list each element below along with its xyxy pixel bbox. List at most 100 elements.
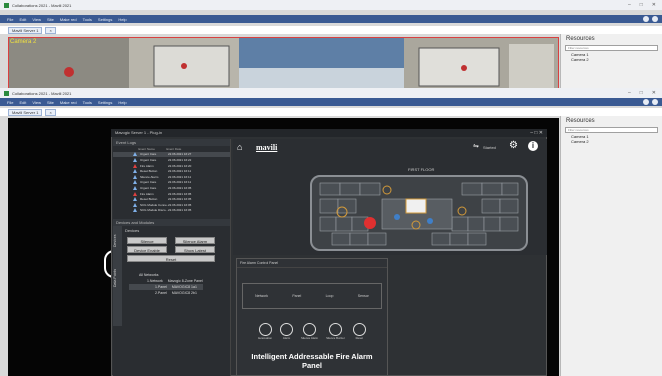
app-icon [4,90,9,96]
bottom-tab-server[interactable]: Mavili Server 1 [8,108,43,116]
event-date: 22.06.2021 16:11 [168,180,192,185]
floor-plan[interactable] [310,175,528,251]
bottom-window-title: Collaborations 2021 - Mavili 2021 [12,90,72,96]
event-date: 22.06.2021 16:11 [168,174,192,179]
plugin-window-controls[interactable]: – □ ✕ [530,129,543,137]
event-log-rows: Urgent Care 22.06.2021 16:27 Urgent Care 22… [113,151,230,214]
gear-icon[interactable]: ⚙ [509,140,518,151]
camera-view[interactable] [8,37,559,90]
silence-button[interactable]: Silence [127,237,167,245]
control-silence-alarm[interactable]: Silence Alarm [301,323,318,340]
menu-file[interactable]: File [7,100,13,105]
col-event-date[interactable]: Event Date [166,147,196,151]
menubar-icons [643,99,662,105]
devices-side-tabs: Devices Data Points [113,226,122,327]
settings-icon[interactable] [652,99,658,105]
tree-node-label: 1.Panel [155,285,167,290]
control-label: Alarm [282,336,291,340]
event-log-row[interactable]: SCG Module Disco... 22.06.2021 16:05 [113,208,230,214]
control-silence-buzzer[interactable]: Silence Buzzer [326,323,345,340]
device-enable-button[interactable]: Device Enable [127,246,167,254]
side-tab-data-points[interactable]: Data Points [113,260,117,296]
menu-edit[interactable]: Edit [19,17,26,22]
event-date: 22.06.2021 16:05 [168,208,192,213]
menu-settings[interactable]: Settings [98,17,112,22]
settings-icon[interactable] [652,16,658,22]
tree-node[interactable]: 2.Panel MAVOGIC8 2b1 [129,290,203,296]
menu-settings[interactable]: Settings [98,100,112,105]
bottom-tabstrip: Mavili Server 1 × [0,108,662,116]
fire-panel-title: Fire Alarm Control Panel [237,259,387,268]
side-tab-devices[interactable]: Devices [113,226,117,256]
close-tab-icon[interactable]: × [45,108,56,116]
maximize-icon[interactable]: □ [640,90,643,96]
menu-view[interactable]: View [32,100,41,105]
minimize-icon[interactable]: – [628,90,631,96]
home-icon[interactable]: ⌂ [237,142,242,152]
silence-buzzer-button-icon [328,323,342,336]
control-reset[interactable]: Reset [352,323,366,340]
resource-item-camera2[interactable]: Camera 2 [561,139,662,144]
menu-file[interactable]: File [7,17,13,22]
menu-help[interactable]: Help [118,100,126,105]
warning-icon [133,152,137,157]
maximize-icon[interactable]: □ [640,2,643,8]
menu-edit[interactable]: Edit [19,100,26,105]
tree-node-detail: MAVOGIC8 1a1 [171,285,197,290]
camera-feed-image [9,38,558,89]
warning-icon [133,208,137,213]
event-log-header: Event Logs [113,139,230,146]
event-date: 22.06.2021 16:27 [168,152,192,157]
bottom-tab-label: Mavili Server 1 [12,109,39,115]
close-tab-icon[interactable]: × [45,26,56,34]
user-icon[interactable] [643,99,649,105]
tree-node-detail: Mavogic 8-Zone Panel [167,279,203,284]
show-latest-button[interactable]: Show Latest [175,246,215,254]
menu-site[interactable]: Site [47,100,54,105]
menu-tools[interactable]: Tools [83,100,92,105]
menu-help[interactable]: Help [118,17,126,22]
minimize-icon[interactable]: – [628,2,631,8]
silence-alarm-button[interactable]: Silence Alarm [175,237,215,245]
control-label: Evacuation [258,336,273,340]
menu-make-red[interactable]: Make red [60,100,77,105]
fire-alarm-icon [133,191,137,196]
reset-button[interactable]: Reset [127,255,215,263]
tree-node-label: 1.Network [147,279,163,284]
resources-search-input[interactable]: Filter resources [565,45,658,51]
silence-alarm-button-icon [303,323,317,336]
bottom-menubar: File Edit View Site Make red Tools Setti… [0,98,662,106]
menu-tools[interactable]: Tools [83,17,92,22]
close-icon[interactable]: ✕ [652,2,656,8]
warning-icon [133,185,137,190]
plugin-titlebar: Mavogic Server 1 - Plug-in – □ ✕ [111,129,547,137]
top-menubar: File Edit View Site Make red Tools Setti… [0,15,662,23]
control-evacuation[interactable]: Evacuation [258,323,272,340]
field-sensor: Sensor [357,294,369,298]
control-alarm[interactable]: Alarm [280,323,294,340]
col-event-name[interactable]: Event Name [138,147,166,151]
control-label: Silence Buzzer [326,336,345,340]
menu-view[interactable]: View [32,17,41,22]
warning-icon [133,174,137,179]
event-name: Reset Button [140,197,158,202]
resources-title: Resources [566,118,595,124]
close-icon[interactable]: ✕ [652,90,656,96]
event-name: Urgent Care [140,157,157,162]
tree-node-detail: MAVOGIC8 2b1 [171,291,197,296]
resources-search-input[interactable]: Filter resources [565,127,658,133]
floor-label: FIRST FLOOR [408,167,435,172]
menu-make-red[interactable]: Make red [60,17,77,22]
top-tab-label: Mavili Server 1 [12,27,39,33]
camera-label: Camera 2 [10,39,37,45]
user-icon[interactable] [643,16,649,22]
control-label: Silence Alarm [301,336,319,340]
top-tab-server[interactable]: Mavili Server 1 [8,26,43,34]
event-name: Reset Button [140,169,158,174]
info-icon[interactable]: i [528,141,538,151]
left-panel: Event Logs Event Name Event Date Urgent … [113,139,231,376]
event-date: 22.06.2021 16:05 [168,197,192,202]
resource-item-camera2[interactable]: Camera 2 [561,57,662,62]
menu-site[interactable]: Site [47,17,54,22]
app-icon [4,2,9,8]
